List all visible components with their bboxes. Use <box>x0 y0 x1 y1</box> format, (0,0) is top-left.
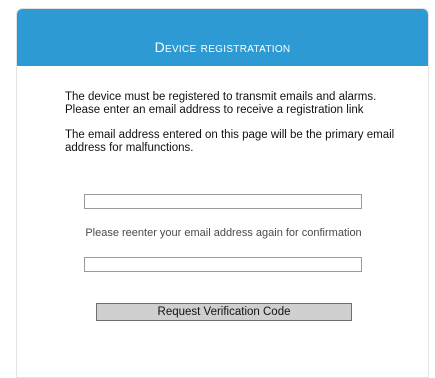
panel-header: Device registratation <box>17 9 428 66</box>
instructions-paragraph: The device must be registered to transmi… <box>65 91 377 116</box>
confirm-email-field[interactable] <box>84 257 362 272</box>
page-title: Device registratation <box>154 38 291 55</box>
registration-panel: Device registratation The device must be… <box>16 8 429 378</box>
request-verification-code-button[interactable]: Request Verification Code <box>96 303 352 321</box>
confirm-email-label: Please reenter your email address again … <box>85 227 362 239</box>
instructions: The device must be registered to transmi… <box>65 91 405 154</box>
primary-email-note: The email address entered on this page w… <box>65 129 395 154</box>
email-field[interactable] <box>84 194 362 209</box>
